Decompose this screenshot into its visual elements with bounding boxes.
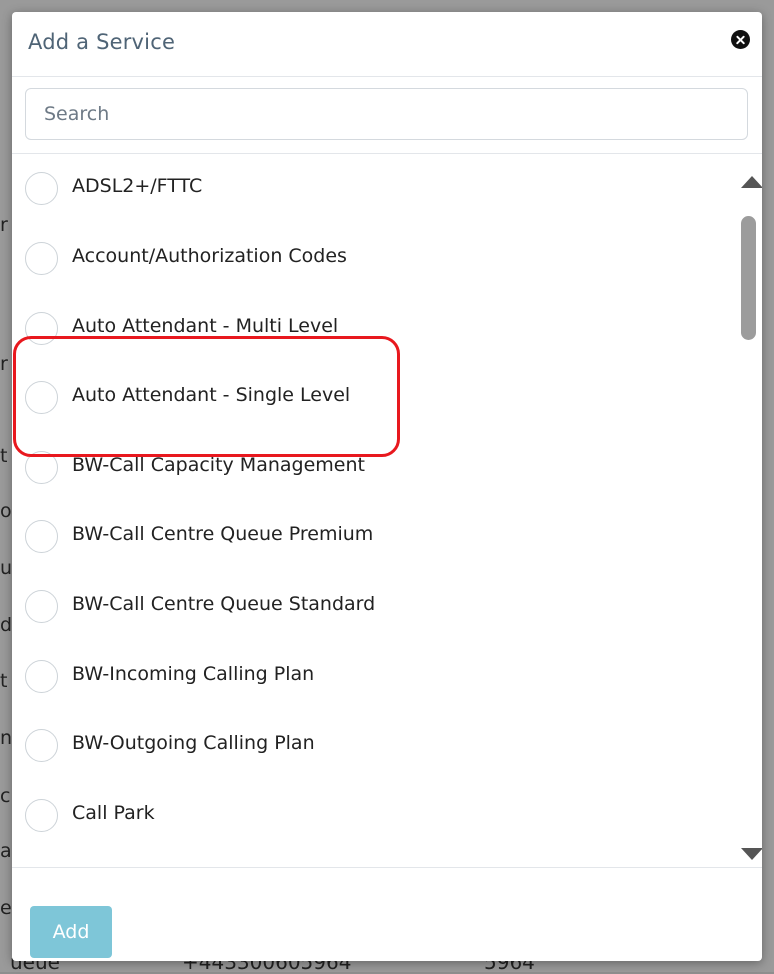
- service-option[interactable]: BW-Incoming Calling Plan: [12, 642, 732, 712]
- background-text-fragment: t: [0, 670, 8, 692]
- service-label: Account/Authorization Codes: [72, 245, 347, 267]
- search-input[interactable]: [25, 88, 748, 140]
- radio-button[interactable]: [25, 242, 58, 275]
- background-text-fragment: o: [0, 500, 12, 522]
- add-service-modal: Add a Service ADSL2+/FTTC Account/Author…: [12, 12, 762, 961]
- radio-button[interactable]: [25, 381, 58, 414]
- service-option[interactable]: Call Park: [12, 781, 732, 851]
- service-option[interactable]: BW-Call Centre Queue Standard: [12, 572, 732, 642]
- radio-button[interactable]: [25, 172, 58, 205]
- close-icon[interactable]: [731, 30, 750, 49]
- service-label: Auto Attendant - Multi Level: [72, 315, 339, 337]
- radio-button[interactable]: [25, 312, 58, 345]
- modal-footer: Add: [12, 867, 762, 961]
- scroll-up-arrow-icon[interactable]: [741, 176, 762, 188]
- radio-button[interactable]: [25, 660, 58, 693]
- service-option[interactable]: BW-Call Capacity Management: [12, 433, 732, 503]
- service-list: ADSL2+/FTTC Account/Authorization Codes …: [12, 154, 762, 866]
- service-option[interactable]: Auto Attendant - Single Level: [12, 363, 732, 433]
- service-option[interactable]: Account/Authorization Codes: [12, 224, 732, 294]
- background-text-fragment: c: [0, 785, 11, 807]
- add-button[interactable]: Add: [30, 906, 112, 958]
- service-option[interactable]: ADSL2+/FTTC: [12, 154, 732, 224]
- search-container: [12, 77, 762, 154]
- service-label: Call Park: [72, 802, 155, 824]
- modal-title: Add a Service: [28, 30, 176, 54]
- background-text-fragment: r: [0, 353, 8, 375]
- radio-button[interactable]: [25, 590, 58, 623]
- radio-button[interactable]: [25, 729, 58, 762]
- radio-button[interactable]: [25, 451, 58, 484]
- service-label: BW-Incoming Calling Plan: [72, 663, 315, 685]
- radio-button[interactable]: [25, 520, 58, 553]
- scrollbar[interactable]: [736, 154, 762, 866]
- radio-button[interactable]: [25, 799, 58, 832]
- modal-header: Add a Service: [12, 12, 762, 77]
- background-text-fragment: t: [0, 445, 8, 467]
- service-label: ADSL2+/FTTC: [72, 175, 203, 197]
- background-text-fragment: e: [0, 897, 12, 919]
- service-label: BW-Outgoing Calling Plan: [72, 732, 315, 754]
- service-label: BW-Call Centre Queue Standard: [72, 593, 376, 615]
- background-text-fragment: u: [0, 557, 13, 579]
- service-label: Auto Attendant - Single Level: [72, 384, 351, 406]
- scroll-down-arrow-icon[interactable]: [741, 848, 762, 860]
- scrollbar-thumb[interactable]: [741, 216, 756, 340]
- service-option[interactable]: BW-Outgoing Calling Plan: [12, 711, 732, 781]
- background-text-fragment: n: [0, 727, 13, 749]
- background-text-fragment: d: [0, 614, 13, 636]
- service-option[interactable]: Auto Attendant - Multi Level: [12, 294, 732, 364]
- service-label: BW-Call Centre Queue Premium: [72, 523, 374, 545]
- background-text-fragment: r: [0, 214, 8, 236]
- background-text-fragment: a: [0, 840, 12, 862]
- service-option[interactable]: BW-Call Centre Queue Premium: [12, 502, 732, 572]
- service-label: BW-Call Capacity Management: [72, 454, 365, 476]
